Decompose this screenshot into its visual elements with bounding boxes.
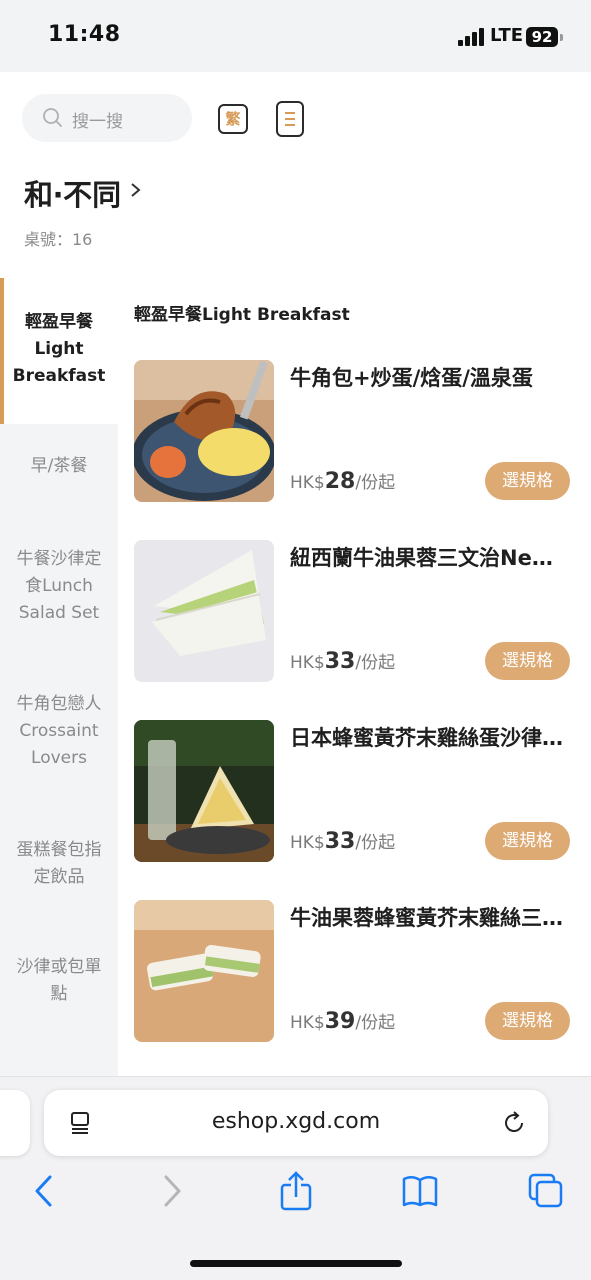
product-card[interactable]: 日本蜂蜜黃芥末雞絲蛋沙律三文治 HK$33/份起 選規格 [134,720,574,862]
select-options-button[interactable]: 選規格 [485,642,570,680]
category-label: 沙律或包單 點 [16,957,102,1004]
select-options-button[interactable]: 選規格 [485,462,570,500]
bookmarks-icon[interactable] [400,1171,440,1211]
back-icon[interactable] [24,1171,64,1211]
chevron-right-icon[interactable] [128,183,142,197]
category-breakfast-tea[interactable]: 早/茶餐 [0,424,118,522]
search-icon [43,108,62,127]
order-list-icon[interactable] [276,101,304,137]
select-options-button[interactable]: 選規格 [485,822,570,860]
product-name: 牛油果蓉蜂蜜黃芥末雞絲三文治 [290,906,572,930]
product-name: 日本蜂蜜黃芥末雞絲蛋沙律三文治 [290,726,572,750]
category-sidebar: 輕盈早餐 Light Breakfast 早/茶餐 牛餐沙律定 食Lunch S… [0,278,118,1076]
reload-icon[interactable] [502,1110,528,1136]
category-salad-single[interactable]: 沙律或包單 點 [0,914,118,1030]
browser-toolbar: eshop.xgd.com [0,1076,591,1280]
product-card[interactable]: 紐西蘭牛油果蓉三文治New Zealand HK$33/份起 選規格 [134,540,574,682]
search-input[interactable]: 搜一搜 [22,94,192,142]
category-label: 牛餐沙律定 食Lunch Salad Set [16,549,102,623]
product-image[interactable] [134,900,274,1042]
battery-nub [560,34,563,41]
category-light-breakfast[interactable]: 輕盈早餐 Light Breakfast [0,278,118,424]
section-title: 輕盈早餐Light Breakfast [134,305,350,325]
product-name: 牛角包+炒蛋/焓蛋/溫泉蛋 [290,366,533,390]
table-number: 桌號：16 [24,230,93,249]
home-indicator [190,1260,402,1267]
product-image[interactable] [134,540,274,682]
share-icon[interactable] [276,1171,316,1211]
category-cake-drinks[interactable]: 蛋糕餐包指 定飲品 [0,796,118,914]
product-card[interactable]: 牛油果蓉蜂蜜黃芥末雞絲三文治 HK$39/份起 選規格 [134,900,574,1042]
category-label: 輕盈早餐 Light Breakfast [12,312,106,386]
category-lunch-salad-set[interactable]: 牛餐沙律定 食Lunch Salad Set [0,522,118,666]
search-placeholder: 搜一搜 [72,112,123,132]
status-bar: 11:48 LTE 92 [0,0,591,72]
product-image[interactable] [134,720,274,862]
language-toggle-button[interactable]: 繁 [218,104,248,134]
address-bar[interactable]: eshop.xgd.com [44,1090,548,1156]
product-image[interactable] [134,360,274,502]
category-label: 牛角包戀人 Crossaint Lovers [16,694,102,768]
previous-tab-card[interactable] [0,1090,30,1156]
status-time: 11:48 [48,22,121,47]
product-price: HK$33/份起 [290,649,396,674]
category-croissant-lovers[interactable]: 牛角包戀人 Crossaint Lovers [0,666,118,796]
shop-name[interactable]: 和‧不同 [24,172,121,214]
product-price: HK$28/份起 [290,469,396,494]
battery-icon: 92 [526,27,558,47]
product-price: HK$39/份起 [290,1009,396,1034]
forward-icon[interactable] [152,1171,192,1211]
product-name: 紐西蘭牛油果蓉三文治New Zealand [290,546,572,570]
tabs-icon[interactable] [526,1171,566,1211]
product-price: HK$33/份起 [290,829,396,854]
select-options-button[interactable]: 選規格 [485,1002,570,1040]
url-text[interactable]: eshop.xgd.com [44,1109,548,1134]
category-label: 早/茶餐 [30,456,88,476]
signal-icon [458,28,486,46]
product-card[interactable]: 牛角包+炒蛋/焓蛋/溫泉蛋 HK$28/份起 選規格 [134,360,574,502]
network-label: LTE [490,25,524,46]
category-label: 蛋糕餐包指 定飲品 [16,840,102,887]
